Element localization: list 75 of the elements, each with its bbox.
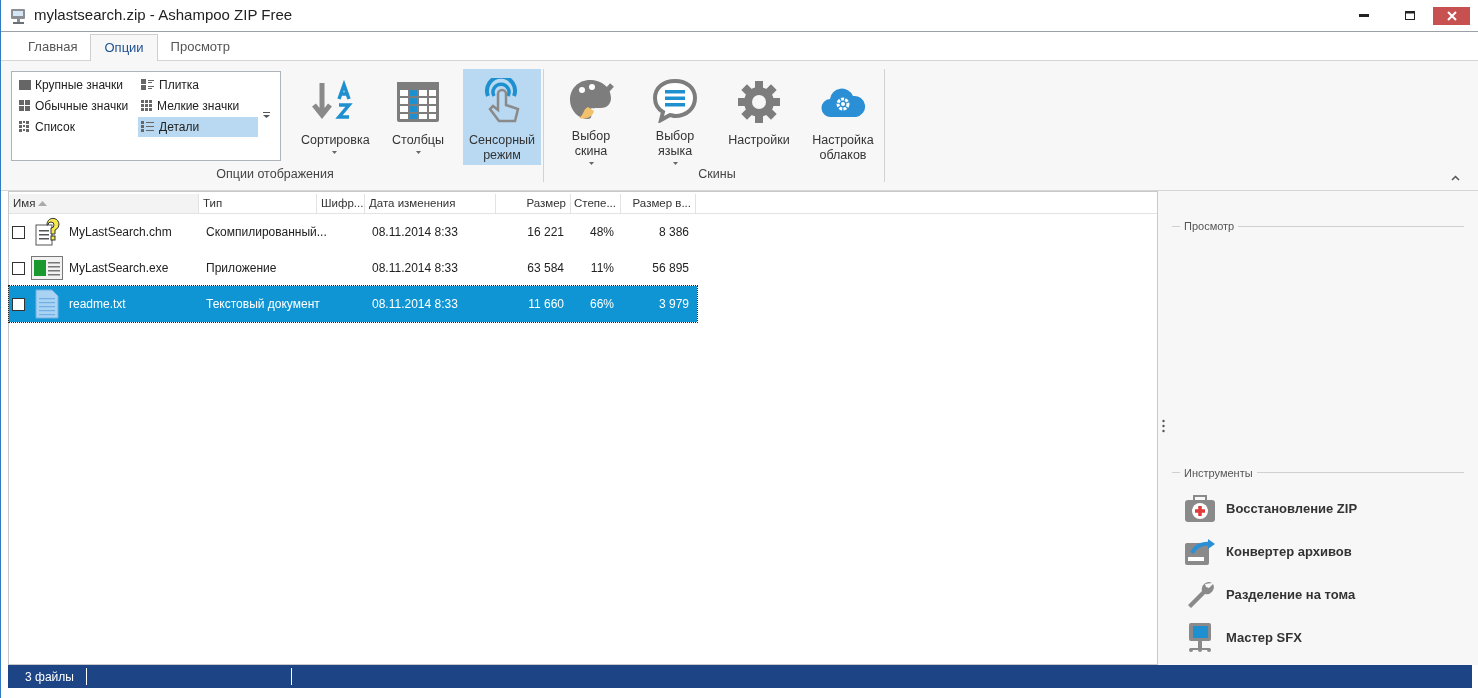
- group-label: Опции отображения: [216, 166, 334, 183]
- table-cell-text: Скомпилированный...: [206, 224, 327, 241]
- ribbon-button[interactable]: Сортировка: [295, 69, 373, 165]
- close-icon: [1446, 10, 1457, 21]
- table-cell-text: 56 895: [652, 260, 689, 277]
- table-cell-text: 3 979: [658, 296, 689, 313]
- table-cell-text: 66%: [589, 296, 614, 313]
- table-cell-text: 08.11.2014 8:33: [372, 260, 458, 277]
- tool-link[interactable]: Мастер SFX: [1184, 616, 1464, 659]
- speech-bubble-icon: [652, 77, 698, 124]
- table-cell-text: 8 386: [658, 224, 689, 241]
- table-icon: [396, 81, 440, 123]
- view-option[interactable]: Крупные значки: [16, 75, 138, 95]
- section-label: Просмотр: [1184, 219, 1235, 234]
- splitter-handle-icon: [1162, 419, 1165, 433]
- table-cell-text: 08.11.2014 8:33: [372, 224, 458, 241]
- view-icon: [141, 100, 153, 112]
- section-label: Инструменты: [1184, 465, 1253, 481]
- checkbox[interactable]: [12, 297, 25, 311]
- close-button[interactable]: [1433, 6, 1470, 25]
- checkbox[interactable]: [12, 225, 25, 239]
- view-option[interactable]: Обычные значки: [16, 96, 138, 116]
- checkbox[interactable]: [12, 261, 25, 275]
- maximize-icon: [1405, 11, 1415, 20]
- ribbon-button[interactable]: Настройка облаков: [804, 69, 882, 165]
- ribbon-button[interactable]: Сенсорный режим: [463, 69, 541, 165]
- help-file-icon: [33, 217, 61, 247]
- ribbon-button[interactable]: Выбор языка: [636, 69, 714, 165]
- table-cell-text: Приложение: [206, 260, 277, 277]
- view-option[interactable]: Детали: [138, 117, 258, 137]
- table-cell-text: 11 660: [528, 296, 564, 313]
- dropdown-icon: [263, 112, 270, 118]
- view-option[interactable]: Список: [16, 117, 138, 137]
- text-file-icon: [35, 289, 59, 319]
- window-title: mylastsearch.zip - Ashampoo ZIP Free: [34, 5, 293, 26]
- table-cell-text: 48%: [589, 224, 614, 241]
- column-header[interactable]: Имя: [9, 194, 199, 213]
- table-cell-text: 08.11.2014 8:33: [372, 296, 458, 313]
- table-cell-text: Текстовый документ: [206, 296, 320, 313]
- view-icon: [141, 79, 155, 91]
- sort-icon: [38, 201, 48, 206]
- tool-link[interactable]: Восстановление ZIP: [1184, 487, 1464, 530]
- view-icon: [141, 121, 155, 133]
- tool-link[interactable]: Разделение на тома: [1184, 573, 1464, 616]
- archive-arrow-icon: [1184, 536, 1216, 567]
- group-label: Скины: [698, 166, 736, 183]
- column-header[interactable]: Степе...: [571, 194, 621, 213]
- monitor-network-icon: [1186, 621, 1214, 654]
- table-cell-text: readme.txt: [69, 296, 126, 313]
- tool-link[interactable]: Конвертер архивов: [1184, 530, 1464, 573]
- minimize-icon: [1359, 14, 1369, 17]
- view-icon: [19, 79, 31, 91]
- status-text: 3 файлы: [25, 668, 74, 686]
- file-row[interactable]: MyLastSearch.chm Скомпилированный... 08.11.2014 8:33 16 221 48% 8 386: [9, 214, 697, 250]
- application-icon: [31, 256, 63, 280]
- app-icon: [10, 6, 28, 25]
- ribbon-button[interactable]: Столбцы: [379, 69, 457, 165]
- view-icon: [19, 121, 31, 133]
- gear-icon: [736, 79, 782, 125]
- table-cell-text: MyLastSearch.exe: [69, 260, 169, 277]
- table-cell-text: MyLastSearch.chm: [69, 224, 172, 241]
- view-icon: [19, 100, 31, 112]
- table-cell-text: 63 584: [527, 260, 564, 277]
- ribbon-tab[interactable]: Опции: [90, 34, 158, 61]
- ribbon-tab[interactable]: Просмотр: [157, 33, 243, 60]
- first-aid-kit-icon: [1184, 494, 1216, 523]
- table-cell-text: 16 221: [527, 224, 564, 241]
- collapse-icon: [1451, 175, 1460, 181]
- file-row[interactable]: MyLastSearch.exe Приложение 08.11.2014 8:33 63 584 11% 56 895: [9, 250, 697, 286]
- ribbon-button[interactable]: Настройки: [720, 69, 798, 165]
- view-option[interactable]: Плитка: [138, 75, 258, 95]
- table-cell-text: 11%: [590, 260, 614, 277]
- ribbon-tab[interactable]: Главная: [15, 33, 91, 60]
- view-option[interactable]: Мелкие значки: [138, 96, 258, 116]
- ribbon-button[interactable]: Выбор скина: [552, 69, 630, 165]
